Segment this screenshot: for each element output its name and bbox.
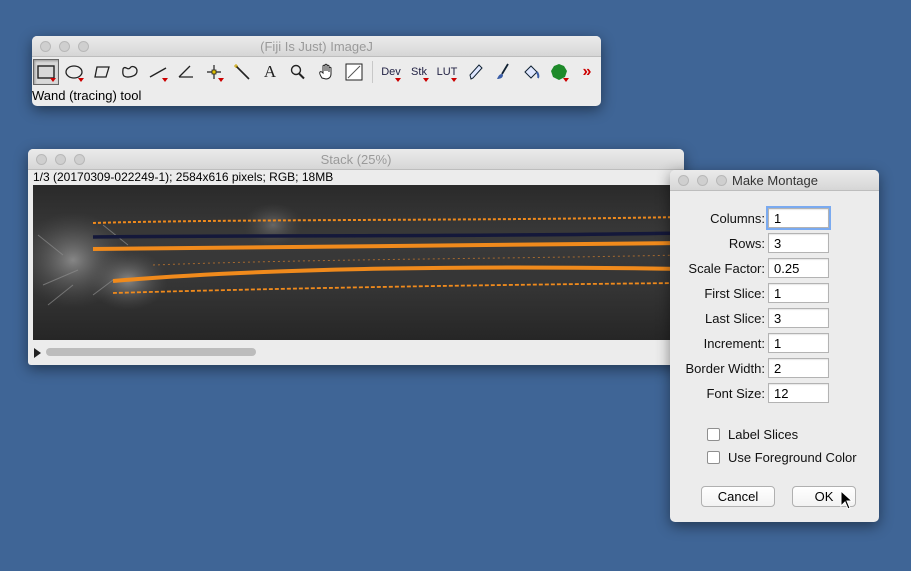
point-tool-button[interactable]: [201, 59, 227, 85]
columns-row: Columns: 1: [670, 206, 879, 230]
color-picker-tool-button[interactable]: [341, 59, 367, 85]
scrollbar-thumb[interactable]: [46, 348, 256, 356]
toolbar-separator: [372, 61, 373, 83]
stack-titlebar[interactable]: Stack (25%): [28, 149, 684, 170]
first-slice-row: First Slice: 1: [670, 283, 879, 305]
scale-factor-input[interactable]: 0.25: [768, 258, 829, 278]
flood-fill-tool-icon: [524, 65, 540, 79]
border-width-label: Border Width:: [685, 361, 765, 376]
wand-tool-button[interactable]: [229, 59, 255, 85]
status-text: Wand (tracing) tool: [32, 88, 142, 103]
mouse-cursor-icon: [840, 490, 854, 510]
label-slices-label: Label Slices: [728, 426, 799, 442]
play-icon[interactable]: [34, 348, 41, 358]
last-slice-row: Last Slice: 3: [670, 308, 879, 330]
brush-tool-icon: [497, 63, 509, 79]
rectangle-tool-icon: [37, 65, 55, 79]
checkbox-box[interactable]: [707, 450, 720, 464]
use-foreground-color-label: Use Foreground Color: [728, 449, 857, 465]
columns-input[interactable]: 1: [766, 206, 831, 230]
pencil-tool-icon: [469, 64, 483, 80]
line-tool-button[interactable]: [145, 59, 171, 85]
font-size-label: Font Size:: [706, 386, 765, 401]
dialog-title: Make Montage: [732, 173, 818, 188]
columns-label: Columns:: [710, 211, 765, 226]
last-slice-input[interactable]: 3: [768, 308, 829, 328]
lut-label: LUT: [436, 66, 458, 78]
dev-label: Dev: [381, 66, 401, 78]
first-slice-label: First Slice:: [704, 286, 765, 301]
font-size-row: Font Size: 12: [670, 383, 879, 405]
last-slice-label: Last Slice:: [705, 311, 765, 326]
window-title: (Fiji Is Just) ImageJ: [260, 39, 373, 54]
label-slices-checkbox[interactable]: Label Slices: [707, 425, 798, 443]
text-tool-button[interactable]: A: [257, 59, 283, 85]
border-width-input[interactable]: 2: [768, 358, 829, 378]
magnifier-tool-icon: [290, 64, 305, 80]
scale-factor-row: Scale Factor: 0.25: [670, 258, 879, 280]
stk-menu-button[interactable]: Stk: [406, 59, 432, 85]
imagej-titlebar[interactable]: (Fiji Is Just) ImageJ: [32, 36, 601, 57]
font-size-input[interactable]: 12: [768, 383, 829, 403]
line-tool-icon: [149, 67, 167, 78]
dev-menu-button[interactable]: Dev: [378, 59, 404, 85]
first-slice-input[interactable]: 1: [768, 283, 829, 303]
image-canvas[interactable]: [33, 185, 684, 340]
oval-tool-button[interactable]: [61, 59, 87, 85]
imagej-toolbar-window: (Fiji Is Just) ImageJ A Dev Stk LUT » Wa…: [32, 36, 601, 106]
border-width-row: Border Width: 2: [670, 358, 879, 380]
increment-row: Increment: 1: [670, 333, 879, 355]
wand-tool-icon: [234, 64, 250, 80]
rows-label: Rows:: [728, 236, 765, 251]
checkbox-box[interactable]: [707, 427, 720, 441]
image-info: 1/3 (20170309-022249-1); 2584x616 pixels…: [33, 170, 334, 184]
zoom-button[interactable]: [716, 175, 727, 186]
freehand-tool-button[interactable]: [117, 59, 143, 85]
hand-tool-icon: [319, 63, 332, 80]
montage-titlebar[interactable]: Make Montage: [670, 170, 879, 191]
close-button[interactable]: [678, 175, 689, 186]
increment-label: Increment:: [703, 336, 765, 351]
blob-tool-button[interactable]: [546, 59, 572, 85]
freehand-tool-icon: [122, 65, 138, 78]
make-montage-dialog: Make Montage Columns: 1 Rows: 3 Scale Fa…: [670, 170, 879, 522]
pencil-tool-button[interactable]: [462, 59, 488, 85]
polygon-tool-button[interactable]: [89, 59, 115, 85]
more-tools-button[interactable]: »: [574, 59, 600, 85]
minimize-button[interactable]: [697, 175, 708, 186]
oval-tool-icon: [65, 65, 83, 79]
lut-menu-button[interactable]: LUT: [434, 59, 460, 85]
rectangle-tool-button[interactable]: [33, 59, 59, 85]
stk-label: Stk: [411, 66, 427, 78]
rows-input[interactable]: 3: [768, 233, 829, 253]
double-chevron-icon: »: [582, 63, 592, 80]
text-tool-icon: A: [263, 62, 277, 81]
tool-row: A Dev Stk LUT »: [32, 58, 601, 86]
angle-tool-button[interactable]: [173, 59, 199, 85]
flood-fill-tool-button[interactable]: [518, 59, 544, 85]
rows-row: Rows: 3: [670, 233, 879, 255]
angle-tool-icon: [178, 65, 193, 78]
use-foreground-color-checkbox[interactable]: Use Foreground Color: [707, 448, 857, 466]
slice-scrollbar[interactable]: [28, 343, 684, 361]
polygon-tool-icon: [94, 66, 110, 78]
increment-input[interactable]: 1: [768, 333, 829, 353]
cancel-button[interactable]: Cancel: [701, 486, 775, 507]
image-content: [33, 185, 684, 340]
scale-factor-label: Scale Factor:: [688, 261, 765, 276]
magnifier-tool-button[interactable]: [285, 59, 311, 85]
brush-tool-button[interactable]: [490, 59, 516, 85]
color-picker-tool-icon: [345, 63, 363, 81]
window-title: Stack (25%): [320, 152, 392, 167]
stack-window: Stack (25%) 1/3 (20170309-022249-1); 258…: [28, 149, 684, 365]
hand-tool-button[interactable]: [313, 59, 339, 85]
